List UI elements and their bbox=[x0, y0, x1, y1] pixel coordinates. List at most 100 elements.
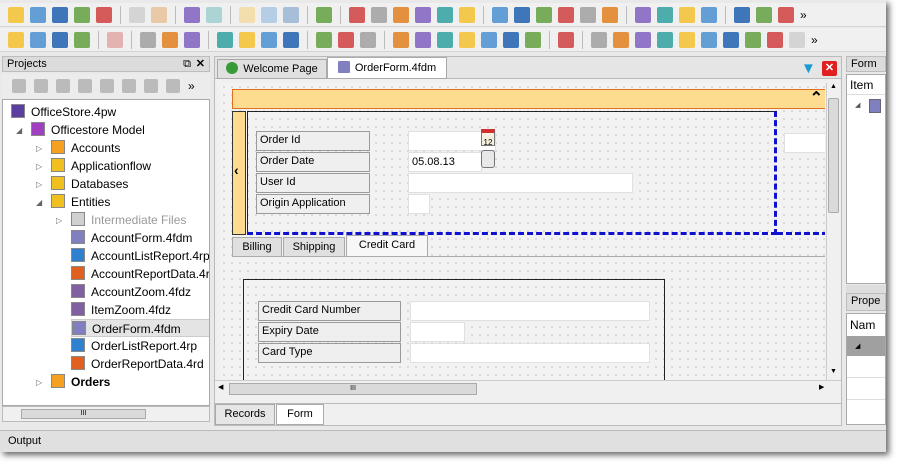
debug-bug-icon[interactable] bbox=[52, 31, 68, 48]
settings-icon[interactable] bbox=[734, 6, 750, 23]
tree-item[interactable]: Applicationflow bbox=[51, 157, 151, 175]
projects-overflow[interactable]: » bbox=[188, 79, 195, 93]
field-input[interactable] bbox=[410, 301, 650, 321]
tree-item[interactable]: Databases bbox=[51, 175, 128, 193]
tree-item[interactable]: OrderReportData.4rd bbox=[71, 355, 204, 373]
er-icon[interactable] bbox=[767, 31, 783, 48]
fit-height-icon[interactable] bbox=[316, 31, 332, 48]
build-icon[interactable] bbox=[166, 79, 180, 93]
restore-icon[interactable]: ⧉ bbox=[183, 57, 191, 72]
collapse-toggle-icon[interactable]: ◢ bbox=[36, 198, 42, 207]
expand-toggle-icon[interactable]: ▷ bbox=[36, 144, 42, 153]
side-band[interactable]: ‹ bbox=[232, 111, 246, 235]
folder-add-icon[interactable] bbox=[78, 79, 92, 93]
tree-item[interactable]: OrderListReport.4rp bbox=[71, 337, 197, 355]
ok-button-icon[interactable] bbox=[613, 31, 629, 48]
tree-hscrollbar[interactable]: III bbox=[2, 406, 210, 422]
database-icon[interactable] bbox=[536, 6, 552, 23]
print2-icon[interactable] bbox=[789, 31, 805, 48]
print-preview-icon[interactable] bbox=[151, 6, 167, 23]
properties-table[interactable]: Nam ◢ bbox=[846, 313, 886, 425]
delete-icon[interactable] bbox=[316, 6, 332, 23]
editor-hscrollbar[interactable]: ◀ III ▶ bbox=[215, 380, 841, 396]
arrows-icon[interactable] bbox=[459, 31, 475, 48]
tree-item[interactable]: Intermediate Files bbox=[71, 211, 186, 229]
link-icon[interactable] bbox=[591, 31, 607, 48]
field-input[interactable] bbox=[410, 322, 465, 342]
form-items-tree[interactable]: Item ◢ bbox=[846, 74, 886, 284]
close-icon[interactable]: ✕ bbox=[196, 57, 205, 72]
tree-item[interactable]: ItemZoom.4fdz bbox=[71, 301, 171, 319]
extra-field[interactable] bbox=[784, 133, 825, 153]
tree-item[interactable]: AccountReportData.4rd bbox=[71, 265, 209, 283]
disc-icon[interactable] bbox=[122, 79, 136, 93]
wrench-icon[interactable] bbox=[778, 6, 794, 23]
project-tree[interactable]: OfficeStore.4pw Officestore Model ◢ Account… bbox=[2, 99, 210, 406]
collapse-left-icon[interactable]: ‹ bbox=[234, 162, 239, 178]
folder-icon[interactable] bbox=[100, 79, 114, 93]
timer-icon[interactable] bbox=[30, 31, 46, 48]
align-bottom-icon[interactable] bbox=[283, 31, 299, 48]
folder-tab[interactable]: Credit Card bbox=[346, 235, 428, 257]
gear-yellow-icon[interactable] bbox=[459, 6, 475, 23]
vscroll-thumb[interactable] bbox=[828, 98, 839, 213]
editor-tab[interactable]: Welcome Page bbox=[217, 59, 327, 79]
field-input[interactable] bbox=[410, 343, 650, 363]
search-icon[interactable] bbox=[635, 6, 651, 23]
expand-toggle-icon[interactable]: ▷ bbox=[56, 216, 62, 225]
zoom-form-icon[interactable] bbox=[349, 6, 365, 23]
frame-icon[interactable] bbox=[723, 31, 739, 48]
align-top-icon[interactable] bbox=[261, 31, 277, 48]
tool3-icon[interactable] bbox=[602, 6, 618, 23]
tree-item[interactable]: Entities bbox=[51, 193, 110, 211]
color-icon[interactable] bbox=[679, 31, 695, 48]
zoom-out-icon[interactable] bbox=[140, 31, 156, 48]
undo-icon[interactable] bbox=[184, 6, 200, 23]
cut-icon[interactable] bbox=[239, 6, 255, 23]
size-icon[interactable] bbox=[360, 31, 376, 48]
layers-icon[interactable] bbox=[657, 6, 673, 23]
editor-vscrollbar[interactable]: ▲ ▼ bbox=[826, 83, 840, 380]
tree-item[interactable]: Officestore Model bbox=[31, 121, 145, 139]
window2-icon[interactable] bbox=[558, 31, 574, 48]
open-folder-icon[interactable] bbox=[30, 6, 46, 23]
gear-green-icon[interactable] bbox=[371, 6, 387, 23]
toolbar-overflow[interactable]: » bbox=[811, 33, 818, 47]
table-icon[interactable] bbox=[437, 31, 453, 48]
new-icon[interactable] bbox=[34, 79, 48, 93]
field-input[interactable] bbox=[408, 194, 430, 214]
gear-multi-icon[interactable] bbox=[492, 6, 508, 23]
print-icon[interactable] bbox=[129, 6, 145, 23]
dropdown-triangle-icon[interactable]: ▼ bbox=[801, 60, 816, 77]
new-file-icon[interactable] bbox=[144, 79, 158, 93]
line-icon[interactable] bbox=[657, 31, 673, 48]
window-icon[interactable] bbox=[514, 6, 530, 23]
tool-icon[interactable] bbox=[558, 6, 574, 23]
panel-icon[interactable] bbox=[393, 31, 409, 48]
tree-item[interactable]: AccountListReport.4rp bbox=[71, 247, 209, 265]
import-icon[interactable] bbox=[56, 79, 70, 93]
gear-blue-icon[interactable] bbox=[393, 6, 409, 23]
field-input[interactable]: 05.08.13 bbox=[408, 152, 482, 172]
field-input[interactable] bbox=[408, 173, 633, 193]
save-all-icon[interactable] bbox=[96, 6, 112, 23]
copy-icon[interactable] bbox=[261, 6, 277, 23]
close-editor-icon[interactable]: ✕ bbox=[822, 61, 837, 76]
output-bar[interactable]: Output bbox=[0, 430, 886, 452]
zoom-in-icon[interactable] bbox=[162, 31, 178, 48]
editor-tab[interactable]: OrderForm.4fdm bbox=[327, 57, 447, 79]
tree-item[interactable]: OrderForm.4fdm bbox=[71, 319, 209, 337]
home-icon[interactable] bbox=[679, 6, 695, 23]
scroll-thumb[interactable]: III bbox=[21, 409, 146, 419]
calendar-icon[interactable]: 12 bbox=[481, 129, 495, 147]
paste-icon[interactable] bbox=[283, 6, 299, 23]
lb-icon[interactable] bbox=[701, 31, 717, 48]
new-file-icon[interactable] bbox=[8, 6, 24, 23]
align-left-icon[interactable] bbox=[217, 31, 233, 48]
fit-width-icon[interactable] bbox=[338, 31, 354, 48]
collapse-up-icon[interactable]: ⌃ bbox=[810, 88, 823, 108]
expand-toggle-icon[interactable]: ▷ bbox=[36, 162, 42, 171]
tree-item[interactable]: Orders bbox=[51, 373, 110, 391]
image-icon[interactable] bbox=[635, 31, 651, 48]
tree-item[interactable]: Accounts bbox=[51, 139, 120, 157]
